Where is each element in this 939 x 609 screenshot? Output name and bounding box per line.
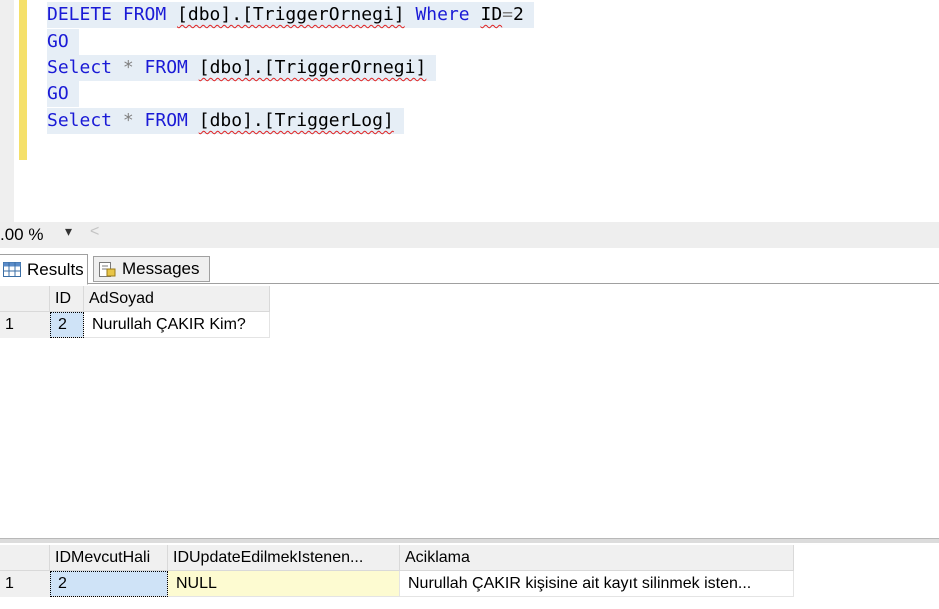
zoom-bar: .00 % ▾ < bbox=[0, 222, 939, 248]
change-tracking-bar bbox=[19, 0, 27, 160]
code-token: [dbo].[TriggerOrnegi] bbox=[177, 4, 405, 25]
code-token: * bbox=[122, 110, 145, 131]
column-header-idmevcuthali[interactable]: IDMevcutHali bbox=[50, 545, 168, 571]
grid-icon bbox=[3, 262, 21, 277]
code-token: GO bbox=[47, 83, 69, 104]
table-cell[interactable]: Nurullah ÇAKIR Kim? bbox=[84, 312, 270, 338]
row-number[interactable]: 1 bbox=[0, 571, 50, 597]
code-line-go[interactable]: GO bbox=[47, 29, 79, 55]
code-token: [dbo].[TriggerOrnegi] bbox=[198, 57, 427, 78]
table-cell-null[interactable]: NULL bbox=[168, 571, 400, 597]
code-line-go[interactable]: GO bbox=[47, 81, 79, 107]
code-token: 2 bbox=[513, 4, 524, 25]
grid-corner[interactable] bbox=[0, 286, 50, 312]
code-token: Select bbox=[47, 57, 123, 78]
code-token: DELETE FROM bbox=[47, 4, 178, 25]
table-cell[interactable]: 2 bbox=[50, 571, 168, 597]
table-cell[interactable]: 2 bbox=[50, 312, 84, 338]
column-header-id[interactable]: ID bbox=[50, 286, 84, 312]
column-header-aciklama[interactable]: Aciklama bbox=[400, 545, 794, 571]
code-token: [dbo].[TriggerLog] bbox=[198, 110, 394, 131]
code-token: * bbox=[122, 57, 145, 78]
editor-left-margin bbox=[0, 0, 14, 222]
code-token: FROM bbox=[144, 110, 199, 131]
code-token: GO bbox=[47, 31, 69, 52]
row-number[interactable]: 1 bbox=[0, 312, 50, 338]
results-splitter[interactable] bbox=[0, 538, 939, 543]
tab-results-label: Results bbox=[27, 259, 84, 279]
code-token: Where bbox=[404, 4, 481, 25]
tab-results[interactable]: Results bbox=[0, 254, 88, 285]
grid-corner[interactable] bbox=[0, 545, 50, 571]
tab-messages[interactable]: Messages bbox=[93, 256, 210, 282]
code-line-select-trigger-log[interactable]: Select * FROM [dbo].[TriggerLog] bbox=[47, 108, 404, 134]
message-icon bbox=[99, 261, 116, 277]
query-editor[interactable]: DELETE FROM [dbo].[TriggerOrnegi] Where … bbox=[0, 0, 939, 222]
tab-messages-label: Messages bbox=[122, 259, 200, 278]
column-header-adsoyad[interactable]: AdSoyad bbox=[84, 286, 270, 312]
code-line-delete[interactable]: DELETE FROM [dbo].[TriggerOrnegi] Where … bbox=[47, 2, 534, 28]
code-token: ID bbox=[480, 4, 503, 25]
zoom-dropdown-icon[interactable]: ▾ bbox=[65, 223, 72, 240]
code-token: FROM bbox=[144, 57, 199, 78]
column-header-idupdateedilmekistenen[interactable]: IDUpdateEdilmekIstenen... bbox=[168, 545, 400, 571]
table-cell[interactable]: Nurullah ÇAKIR kişisine ait kayıt silinm… bbox=[400, 571, 794, 597]
code-token: Select bbox=[47, 110, 123, 131]
zoom-level[interactable]: .00 % bbox=[0, 225, 43, 245]
scroll-left-arrow-icon[interactable]: < bbox=[90, 223, 99, 241]
code-token: = bbox=[502, 4, 514, 25]
results-tab-strip: Results Messages bbox=[0, 250, 939, 285]
code-line-select-trigger-ornegi[interactable]: Select * FROM [dbo].[TriggerOrnegi] bbox=[47, 55, 437, 81]
